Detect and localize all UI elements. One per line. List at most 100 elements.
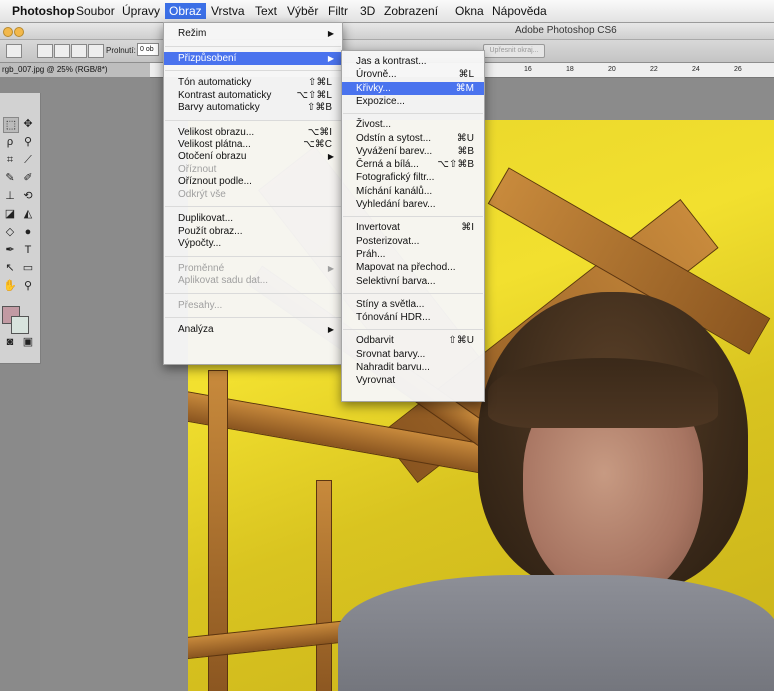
menu-item-invertovat[interactable]: Invertovat ⌘I <box>342 221 484 234</box>
menu-item-rezim[interactable]: Režim ▶ <box>164 27 342 40</box>
menu-item-ton-automaticky[interactable]: Tón automaticky ⇧⌘L <box>164 76 342 89</box>
menu-item-prizpusobeni[interactable]: Přizpůsobení ▶ <box>164 51 342 65</box>
menu-item-expozice[interactable]: Expozice... <box>342 95 484 108</box>
menu-item-vyhledani-barev[interactable]: Vyhledání barev... <box>342 198 484 211</box>
ruler-tick: 16 <box>524 66 532 73</box>
blur-tool-icon[interactable]: ◇ <box>3 225 17 239</box>
add-selection-icon[interactable] <box>54 44 70 58</box>
hand-tool-icon[interactable]: ✋ <box>3 279 17 293</box>
menubar-item-filtr[interactable]: Filtr <box>324 3 352 19</box>
shape-tool-icon[interactable]: ▭ <box>21 261 35 275</box>
menu-item-srovnat-barvy[interactable]: Srovnat barvy... <box>342 348 484 361</box>
crop-tool-icon[interactable]: ⌗ <box>3 153 17 167</box>
menubar-item-soubor[interactable]: Soubor <box>72 3 119 19</box>
pen-tool-icon[interactable]: ✒ <box>3 243 17 257</box>
menu-item-odstin-a-sytost[interactable]: Odstín a sytost... ⌘U <box>342 132 484 145</box>
menu-item-krivky[interactable]: Křivky... ⌘M <box>342 81 484 95</box>
feather-input[interactable]: 0 ob <box>137 43 159 56</box>
menu-separator <box>165 119 341 121</box>
menu-item-label: Proměnné <box>178 262 225 274</box>
menubar-item-vrstva[interactable]: Vrstva <box>207 3 249 19</box>
close-window-button[interactable] <box>3 27 13 37</box>
menu-item-label: Oříznout podle... <box>178 176 252 188</box>
menubar-item-text[interactable]: Text <box>251 3 281 19</box>
shortcut-label: ⌘I <box>461 222 474 234</box>
brush-tool-icon[interactable]: ✐ <box>21 171 35 185</box>
shortcut-label: ⌘U <box>456 132 474 144</box>
eraser-tool-icon[interactable]: ◪ <box>3 207 17 221</box>
menu-item-tonovani-hdr[interactable]: Tónování HDR... <box>342 311 484 324</box>
new-selection-icon[interactable] <box>37 44 53 58</box>
menu-item-velikost-obrazu[interactable]: Velikost obrazu... ⌥⌘I <box>164 126 342 139</box>
healing-brush-icon[interactable]: ✎ <box>3 171 17 185</box>
menu-item-velikost-platna[interactable]: Velikost plátna... ⌥⌘C <box>164 138 342 151</box>
menu-item-label: Vyhledání barev... <box>356 199 436 210</box>
marquee-preset-icon[interactable] <box>6 44 22 58</box>
menu-item-otoceni-obrazu[interactable]: Otočení obrazu ▶ <box>164 150 342 163</box>
menu-item-label: Tónování HDR... <box>356 312 431 324</box>
background-color-swatch[interactable] <box>11 316 29 334</box>
menu-item-stiny-a-svetla[interactable]: Stíny a světla... <box>342 298 484 311</box>
menu-item-promenne: Proměnné ▶ <box>164 262 342 275</box>
menu-item-zivost[interactable]: Živost... <box>342 118 484 131</box>
menu-item-selektivni-barva[interactable]: Selektivní barva... <box>342 275 484 288</box>
marquee-tool-icon[interactable]: ⬚ <box>3 117 19 133</box>
menu-item-cerna-a-bila[interactable]: Černá a bílá... ⌥⇧⌘B <box>342 158 484 171</box>
menu-item-prah[interactable]: Práh... <box>342 248 484 261</box>
menu-item-oriznout-podle[interactable]: Oříznout podle... <box>164 175 342 188</box>
menu-item-label: Otočení obrazu <box>178 151 247 163</box>
menubar-item-okna[interactable]: Okna <box>451 3 488 19</box>
refine-edge-button[interactable]: Upřesnit okraj... <box>483 44 545 58</box>
menu-item-analyza[interactable]: Analýza ▶ <box>164 323 342 336</box>
menu-item-pouzit-obraz[interactable]: Použít obraz... <box>164 225 342 238</box>
menu-item-label: Přizpůsobení <box>178 52 237 64</box>
menubar-item-vyber[interactable]: Výběr <box>283 3 322 19</box>
menu-item-nahradit-barvu[interactable]: Nahradit barvu... <box>342 361 484 374</box>
lasso-tool-icon[interactable]: ρ <box>3 135 17 149</box>
menu-item-urovne[interactable]: Úrovně... ⌘L <box>342 68 484 81</box>
menubar-item-zobrazeni[interactable]: Zobrazení <box>380 3 442 19</box>
image-menu: Režim ▶ Přizpůsobení ▶ Tón automaticky ⇧⌘L Kon… <box>163 22 343 365</box>
menubar-item-photoshop[interactable]: Photoshop <box>8 3 79 19</box>
menu-item-kontrast-automaticky[interactable]: Kontrast automaticky ⌥⇧⌘L <box>164 89 342 102</box>
shortcut-label: ⌥⌘I <box>307 126 332 138</box>
eyedropper-tool-icon[interactable]: ⟋ <box>21 153 35 167</box>
menu-item-fotograficky-filtr[interactable]: Fotografický filtr... <box>342 171 484 184</box>
quick-mask-icon[interactable]: ◙ <box>3 335 17 349</box>
menu-item-label: Úrovně... <box>356 69 397 81</box>
menu-item-michani-kanalu[interactable]: Míchání kanálů... <box>342 185 484 198</box>
menu-item-vyvazeni-barev[interactable]: Vyvážení barev... ⌘B <box>342 145 484 158</box>
menubar-item-upravy[interactable]: Úpravy <box>118 3 164 19</box>
menubar-item-napoveda[interactable]: Nápověda <box>488 3 551 19</box>
menu-item-odbarvit[interactable]: Odbarvit ⇧⌘U <box>342 334 484 347</box>
menu-item-mapovat-na-prechod[interactable]: Mapovat na přechod... <box>342 261 484 274</box>
intersect-selection-icon[interactable] <box>88 44 104 58</box>
menu-item-vypocty[interactable]: Výpočty... <box>164 237 342 250</box>
menu-item-odkryt-vse: Odkrýt vše <box>164 188 342 201</box>
history-brush-icon[interactable]: ⟲ <box>21 189 35 203</box>
menu-separator <box>343 113 483 115</box>
menu-item-label: Křivky... <box>356 82 391 94</box>
shortcut-label: ⇧⌘U <box>448 335 474 347</box>
menu-item-label: Míchání kanálů... <box>356 185 433 197</box>
gradient-tool-icon[interactable]: ◭ <box>21 207 35 221</box>
menu-item-barvy-automaticky[interactable]: Barvy automaticky ⇧⌘B <box>164 101 342 114</box>
clone-stamp-icon[interactable]: ⊥ <box>3 189 17 203</box>
path-selection-icon[interactable]: ↖ <box>3 261 17 275</box>
subtract-selection-icon[interactable] <box>71 44 87 58</box>
type-tool-icon[interactable]: T <box>21 243 35 257</box>
minimize-window-button[interactable] <box>14 27 24 37</box>
menu-item-jas-a-kontrast[interactable]: Jas a kontrast... <box>342 55 484 68</box>
zoom-tool-icon[interactable]: ⚲ <box>21 279 35 293</box>
screen-mode-icon[interactable]: ▣ <box>21 335 35 349</box>
document-tab[interactable]: rgb_007.jpg @ 25% (RGB/8*) <box>0 63 153 77</box>
menu-item-posterizovat[interactable]: Posterizovat... <box>342 235 484 248</box>
menu-item-duplikovat[interactable]: Duplikovat... <box>164 212 342 225</box>
menubar-item-3d[interactable]: 3D <box>356 3 379 19</box>
menu-item-vyrovnat[interactable]: Vyrovnat <box>342 374 484 387</box>
menubar-item-obraz[interactable]: Obraz <box>165 3 206 19</box>
menu-item-label: Jas a kontrast... <box>356 56 427 67</box>
move-tool-icon[interactable]: ✥ <box>21 117 35 131</box>
quick-selection-icon[interactable]: ⚲ <box>21 135 35 149</box>
dodge-tool-icon[interactable]: ● <box>21 225 35 239</box>
